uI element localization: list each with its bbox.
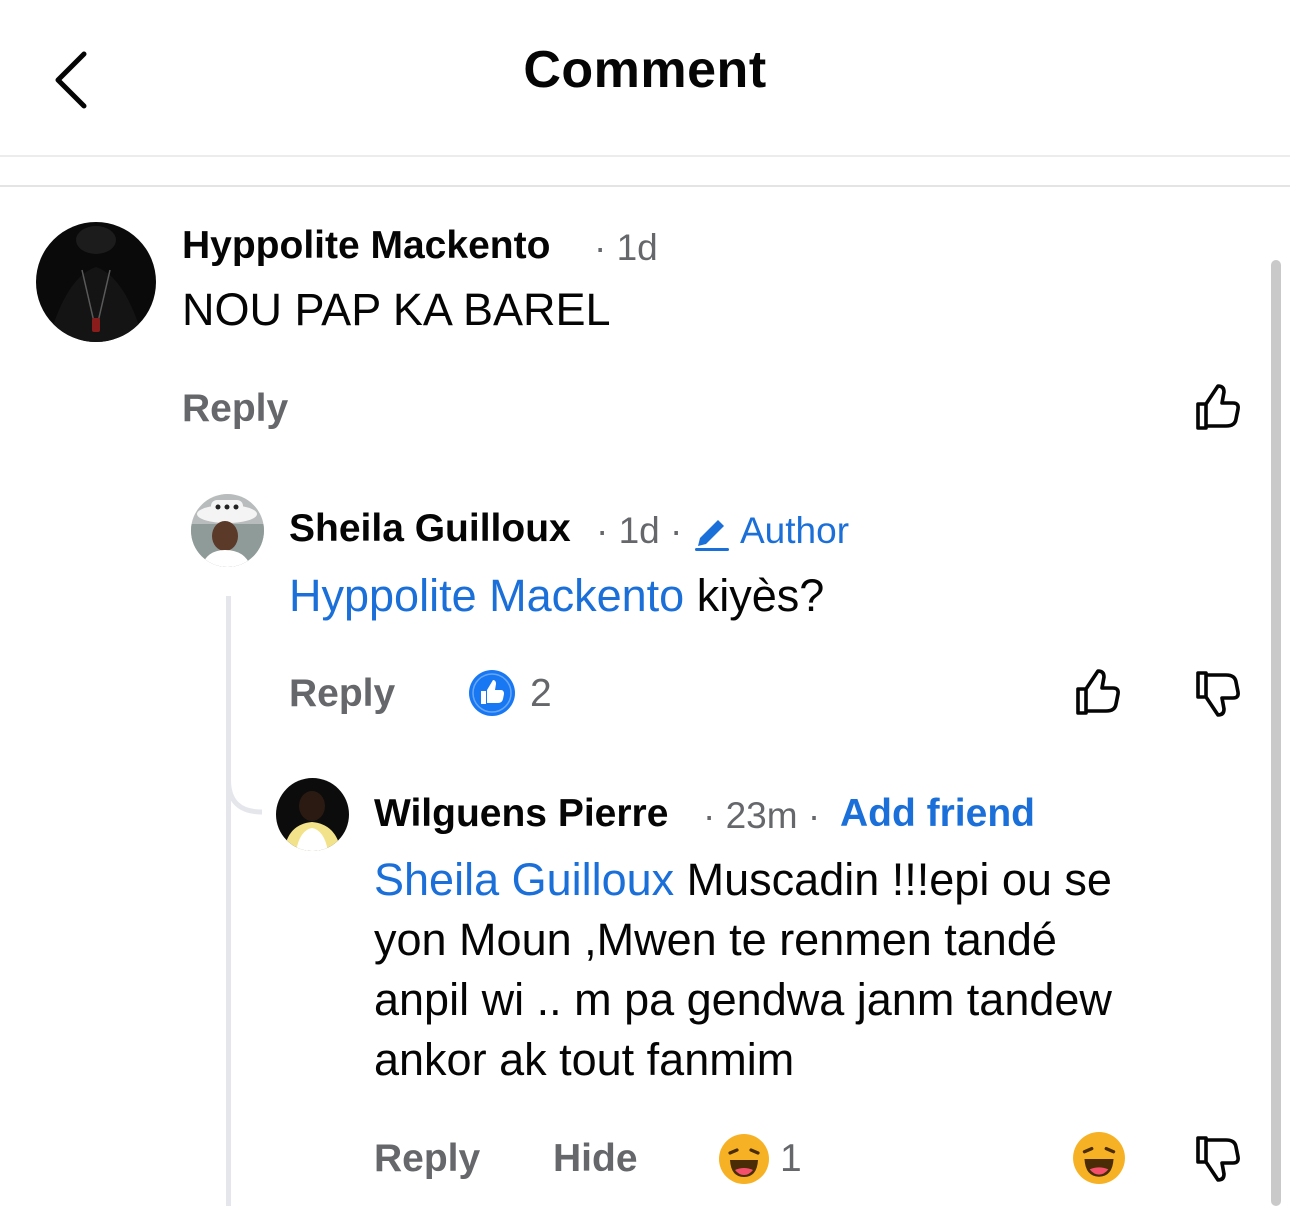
top-bar: Comment [0, 0, 1290, 156]
meta-separator: · [703, 795, 716, 836]
comment-author-name[interactable]: Hyppolite Mackento [182, 224, 550, 268]
dislike-icon [1196, 1136, 1240, 1182]
like-icon [1196, 384, 1240, 430]
comment-body: NOU PAP KA BAREL [182, 280, 611, 340]
meta-separator: · [670, 510, 683, 551]
like-reaction-icon [469, 670, 515, 716]
thread-connector [226, 740, 263, 815]
reply-text-line: yon Moun ,Mwen te renmen tandé [374, 914, 1057, 965]
comment-meta: · 1d [594, 227, 658, 269]
content-divider [0, 185, 1290, 187]
header-divider [0, 155, 1290, 157]
dislike-icon [1196, 671, 1240, 717]
dislike-button[interactable] [1190, 1130, 1246, 1186]
scrollbar[interactable] [1271, 260, 1281, 1206]
avatar-sheila[interactable] [191, 494, 264, 567]
reply-button[interactable]: Reply [374, 1137, 480, 1181]
meta-separator: · [594, 227, 607, 268]
like-button[interactable] [1070, 665, 1126, 721]
meta-separator: · [596, 510, 609, 551]
meta-separator: · [807, 795, 821, 836]
reply-author-name[interactable]: Sheila Guilloux [289, 507, 571, 551]
mention-link[interactable]: Hyppolite Mackento [289, 570, 684, 621]
avatar-wilguens[interactable] [276, 778, 349, 851]
reaction-summary[interactable] [468, 669, 516, 717]
dislike-button[interactable] [1190, 665, 1246, 721]
reply-time: 23m [725, 795, 798, 836]
avatar-hyppolite[interactable] [36, 222, 156, 342]
thread-line [226, 596, 231, 1206]
reply-body: Sheila Guilloux Muscadin !!!epi ou se yo… [374, 850, 1234, 1090]
like-button[interactable] [1190, 380, 1246, 436]
page-title: Comment [523, 41, 767, 99]
haha-reaction-icon [719, 1134, 769, 1184]
add-friend-link[interactable]: Add friend [840, 792, 1035, 836]
comment-text: NOU PAP KA BAREL [182, 284, 611, 335]
comment-time: 1d [616, 227, 658, 268]
reply-author-name[interactable]: Wilguens Pierre [374, 792, 668, 836]
like-icon [1076, 669, 1120, 715]
reply-meta: · 23m · [703, 795, 820, 837]
reply-button[interactable]: Reply [182, 387, 288, 431]
reaction-count: 2 [530, 672, 552, 715]
reply-text: kiyès? [684, 570, 825, 621]
reply-body: Hyppolite Mackento kiyès? [289, 566, 824, 626]
mention-link[interactable]: Sheila Guilloux [374, 854, 674, 905]
reaction-summary[interactable] [718, 1133, 770, 1185]
reply-text-line: anpil wi .. m pa gendwa janm tandew [374, 974, 1112, 1025]
reply-time: 1d [618, 510, 660, 551]
reply-button[interactable]: Reply [289, 672, 395, 716]
hide-button[interactable]: Hide [553, 1137, 638, 1181]
reply-meta: · 1d · [596, 510, 682, 552]
reply-text-line: Muscadin !!!epi ou se [674, 854, 1112, 905]
reaction-count: 1 [780, 1137, 802, 1180]
author-badge: Author [740, 510, 850, 551]
reply-text-line: ankor ak tout fanmim [374, 1034, 795, 1085]
haha-reaction-icon [1073, 1132, 1125, 1184]
haha-react-button[interactable] [1072, 1131, 1126, 1185]
pencil-icon [695, 520, 729, 551]
